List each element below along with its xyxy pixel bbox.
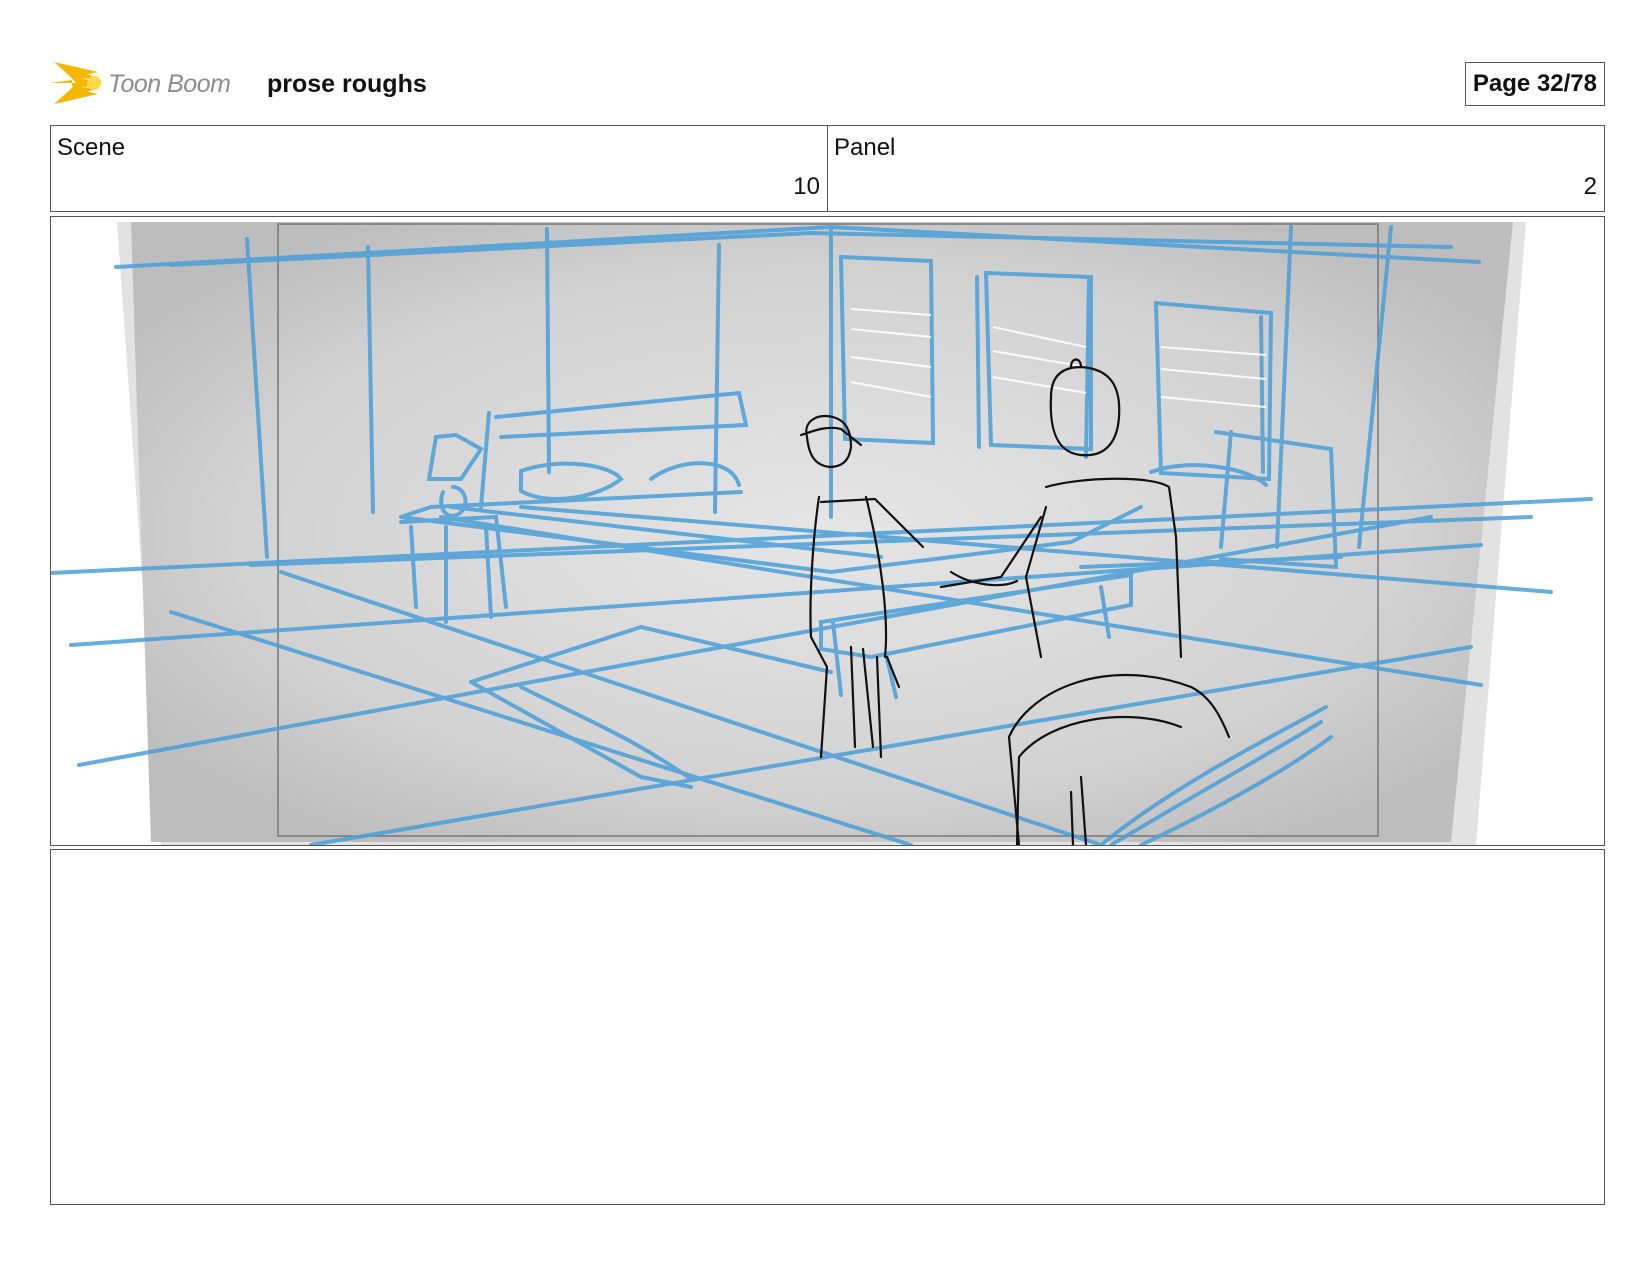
scene-label: Scene: [57, 134, 126, 161]
logo-wordmark: Toon Boom: [108, 70, 231, 98]
panel-notes-area: [50, 849, 1605, 1205]
storyboard-panel: [50, 216, 1605, 846]
scene-panel-info: Scene 10 Panel 2: [50, 125, 1605, 212]
toon-boom-logo: Toon Boom: [50, 58, 250, 108]
storyboard-sketch: [51, 222, 1593, 845]
panel-number: 2: [1583, 173, 1597, 200]
panel-label: Panel: [834, 134, 896, 161]
starburst-icon: [50, 62, 102, 104]
scene-number: 10: [793, 173, 820, 200]
page-number-badge: Page 32/78: [1464, 62, 1605, 106]
project-title: prose roughs: [267, 70, 427, 98]
scene-cell: Scene 10: [51, 126, 827, 211]
panel-cell: Panel 2: [827, 126, 1604, 211]
page-header: Toon Boom prose roughs Page 32/78: [50, 54, 1605, 114]
